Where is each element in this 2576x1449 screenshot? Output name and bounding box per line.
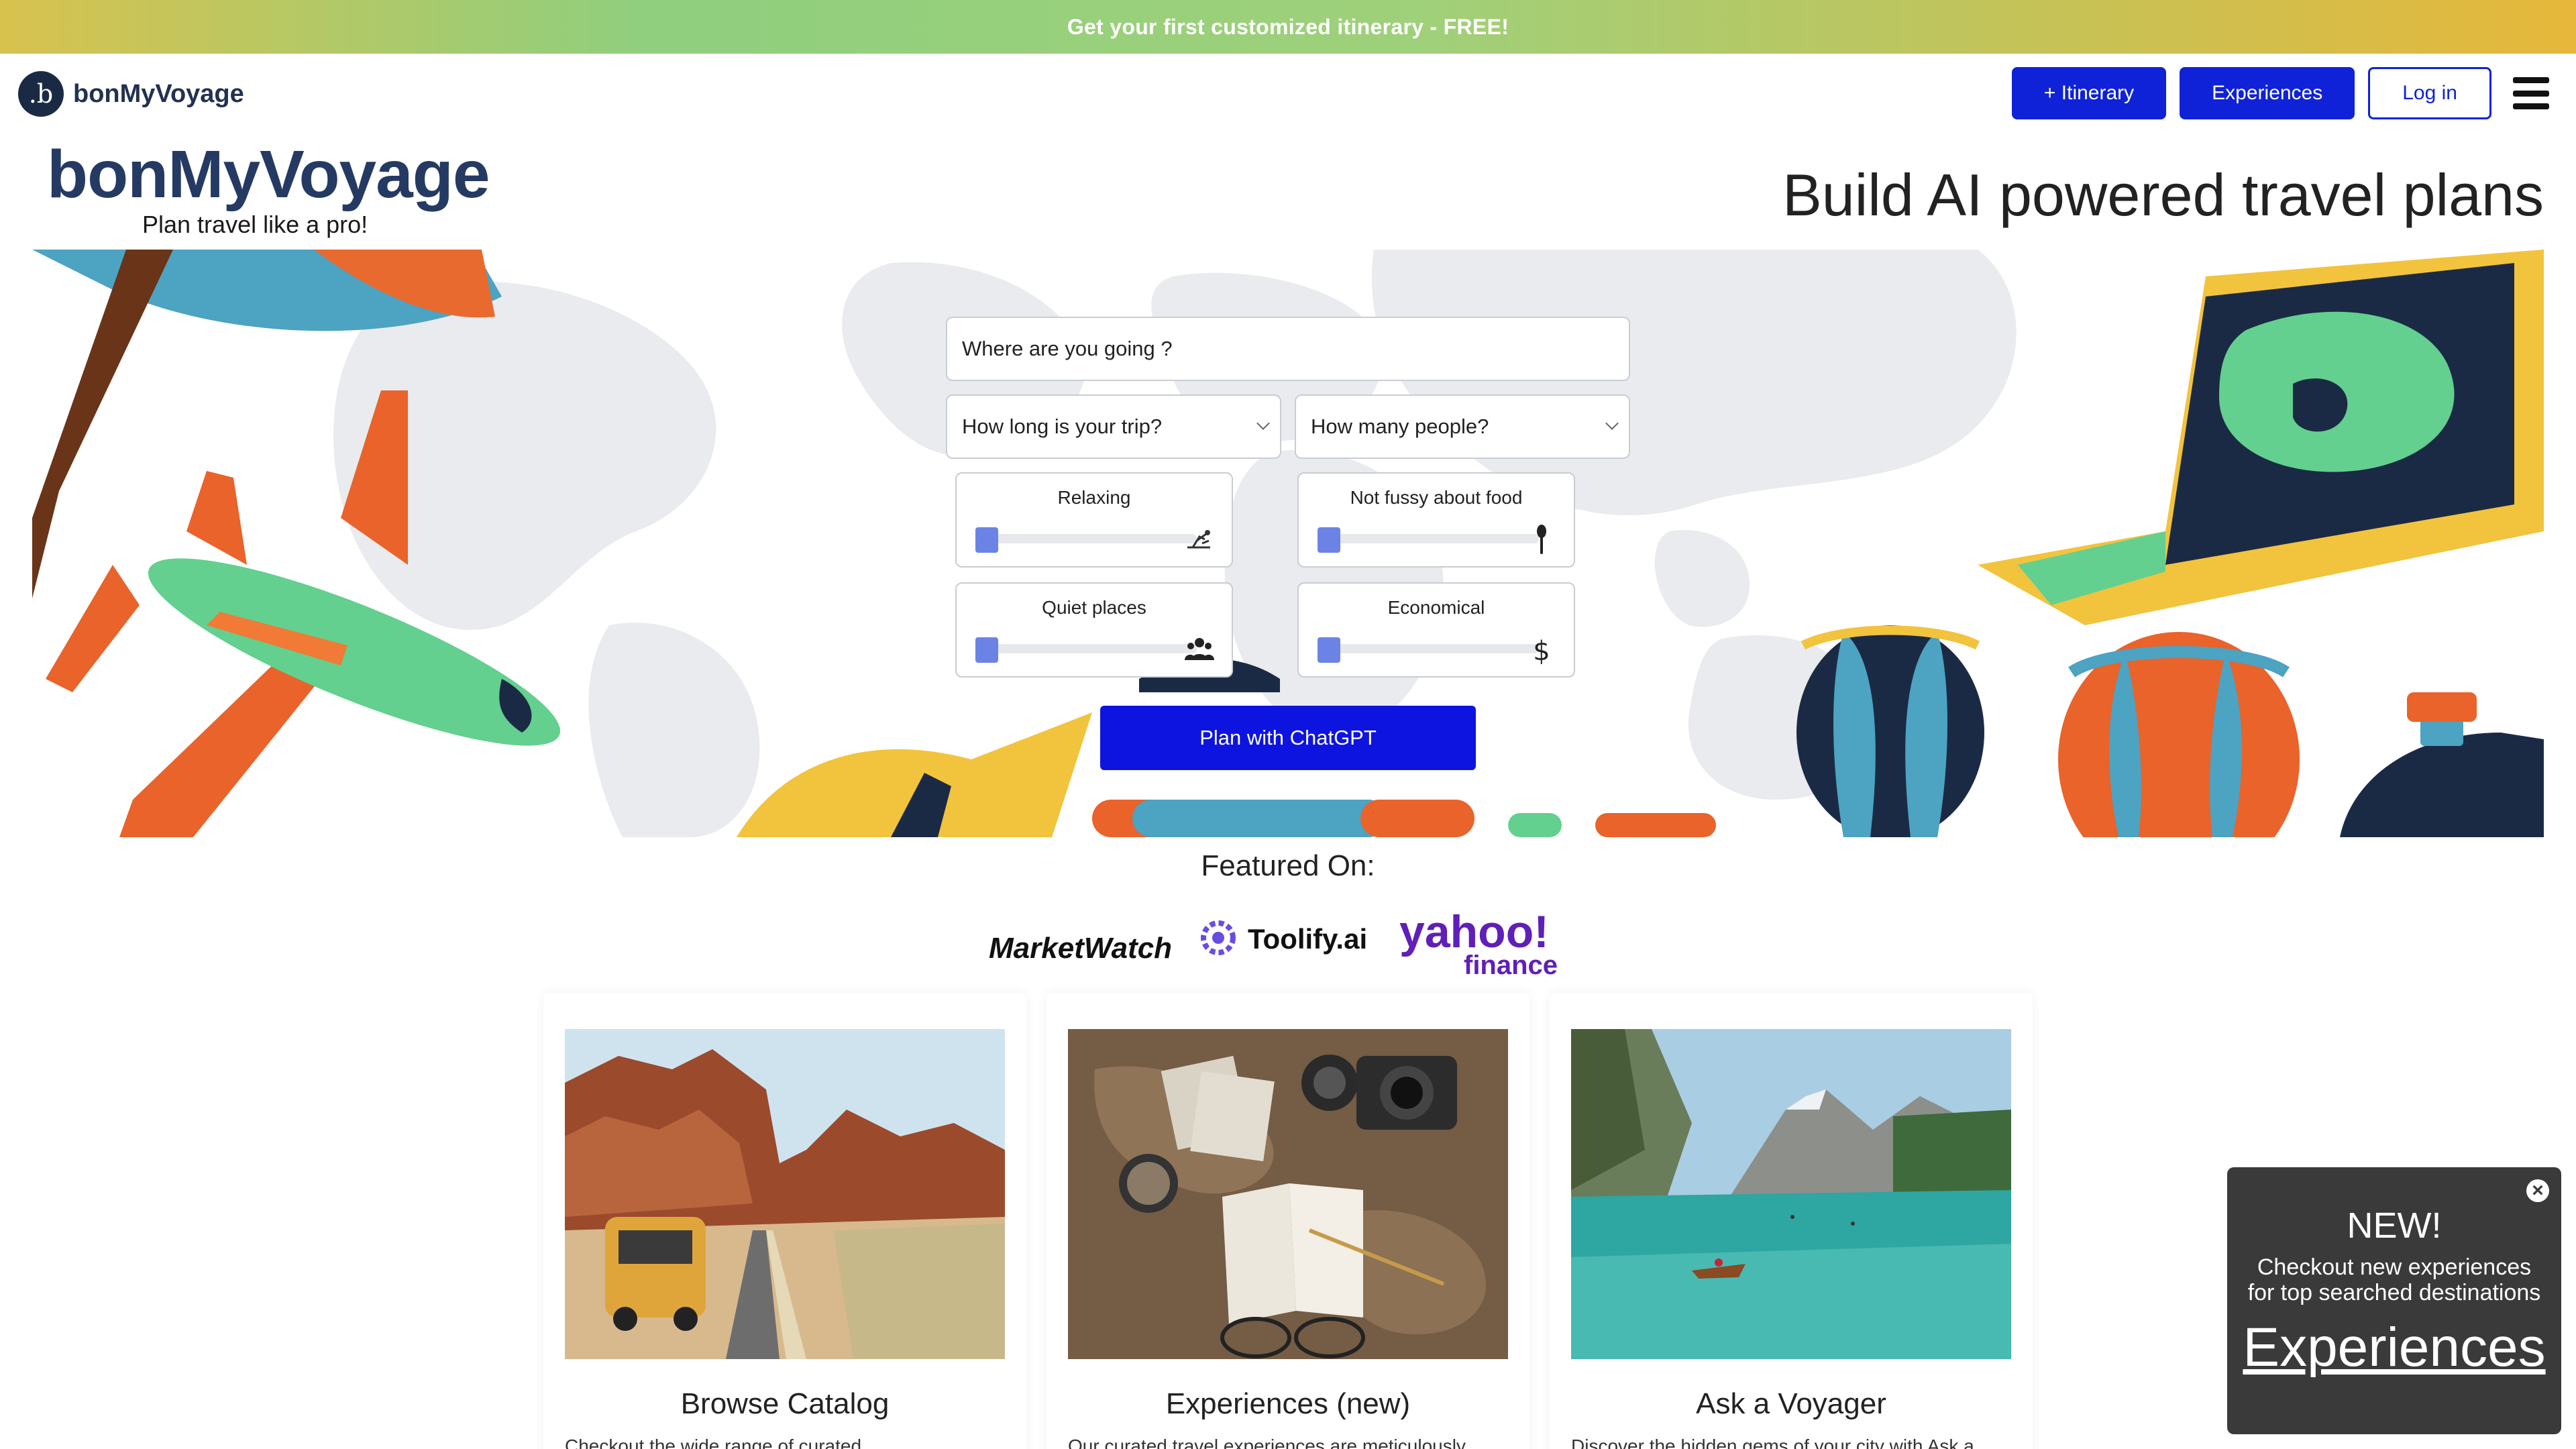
spoon-icon [1537,525,1546,554]
nav-actions: + Itinerary Experiences Log in [2011,67,2549,119]
card-image-travel-desk[interactable] [1068,1029,1508,1359]
new-experiences-popup: × NEW! Checkout new experiences for top … [2227,1167,2561,1434]
chevron-down-icon [1605,417,1619,430]
trip-length-select[interactable]: How long is your trip? [946,394,1281,459]
add-itinerary-button[interactable]: + Itinerary [2011,67,2167,119]
chevron-down-icon [1256,417,1270,430]
card-experiences[interactable]: Experiences (new) Our curated travel exp… [1046,993,1529,1449]
relax-icon [1187,530,1210,549]
pref-food-slider[interactable] [1318,527,1340,553]
pref-quiet: Quiet places [955,582,1233,678]
brand-logo: .b [18,71,64,117]
hero-tagline: Plan travel like a pro! [142,211,368,238]
featured-title: Featured On: [1201,849,1375,882]
pref-food-track[interactable] [1318,534,1539,543]
yahoo-logo: yahoo! [1399,906,1549,957]
popup-line-2: for top searched destinations [2247,1280,2541,1305]
promo-banner[interactable]: Get your first customized itinerary - FR… [0,0,2576,54]
pref-budget-slider[interactable] [1318,637,1340,663]
pref-relaxing-label: Relaxing [1057,487,1131,508]
experiences-button[interactable]: Experiences [2180,67,2355,119]
toolify-logo-icon [1201,920,1236,955]
page-headline: Build AI powered travel plans [1782,162,2544,228]
destination-input[interactable]: Where are you going ? [946,317,1630,381]
hero-title: bonMyVoyage [47,137,490,212]
card-title[interactable]: Experiences (new) [1046,1387,1529,1421]
hero-title-block: bonMyVoyage Plan travel like a pro! [47,137,490,239]
brand-link[interactable]: .b bonMyVoyage [18,71,244,117]
card-description: Checkout the wide range of curated [565,1436,862,1449]
dollar-icon: $ [1533,636,1550,665]
yahoo-finance-logo: finance [1464,951,1558,978]
trip-length-value: How long is your trip? [962,415,1163,438]
pref-food: Not fussy about food [1297,472,1575,568]
card-description: Discover the hidden gems of your city wi… [1571,1436,1974,1449]
pref-relaxing-track[interactable] [975,534,1197,543]
pref-budget-label: Economical [1387,597,1485,618]
popup-experiences-link[interactable]: Experiences [2227,1316,2561,1379]
pref-quiet-track[interactable] [975,644,1197,653]
people-count-select[interactable]: How many people? [1295,394,1630,459]
pref-relaxing: Relaxing [955,472,1233,568]
destination-placeholder: Where are you going ? [962,337,1173,360]
pref-budget-track[interactable] [1318,644,1539,653]
hamburger-icon[interactable] [2513,77,2549,109]
close-icon[interactable]: × [2526,1179,2549,1202]
pref-quiet-slider[interactable] [975,637,998,663]
card-browse-catalog[interactable]: Browse Catalog Checkout the wide range o… [543,993,1026,1449]
pref-budget: Economical $ [1297,582,1575,678]
svg-text:$: $ [1533,636,1550,665]
popup-title: NEW! [2347,1205,2442,1246]
top-navigation: .b bonMyVoyage + Itinerary Experiences L… [0,54,2576,134]
card-title[interactable]: Browse Catalog [543,1387,1026,1421]
plan-with-chatgpt-button[interactable]: Plan with ChatGPT [1100,706,1476,770]
card-ask-voyager[interactable]: Ask a Voyager Discover the hidden gems o… [1550,993,2033,1449]
popup-line-1: Checkout new experiences [2257,1254,2532,1280]
pref-relaxing-slider[interactable] [975,527,998,553]
pref-food-label: Not fussy about food [1350,487,1523,508]
featured-logos: MarketWatch Toolify.ai yahoo! finance [989,906,1558,978]
people-count-value: How many people? [1311,415,1489,438]
pref-quiet-label: Quiet places [1042,597,1146,618]
users-icon [1185,638,1214,660]
card-image-mountain-lake[interactable] [1571,1029,2011,1359]
card-image-desert-van[interactable] [565,1029,1005,1359]
toolify-logo: Toolify.ai [1248,923,1367,955]
marketwatch-logo: MarketWatch [989,932,1172,965]
card-title[interactable]: Ask a Voyager [1550,1387,2033,1421]
promo-banner-text[interactable]: Get your first customized itinerary - FR… [1067,15,1509,40]
brand-name: bonMyVoyage [73,79,244,108]
card-description: Our curated travel experiences are metic… [1068,1436,1466,1449]
login-button[interactable]: Log in [2368,67,2491,119]
popup-body: Checkout new experiences for top searche… [2241,1254,2548,1305]
